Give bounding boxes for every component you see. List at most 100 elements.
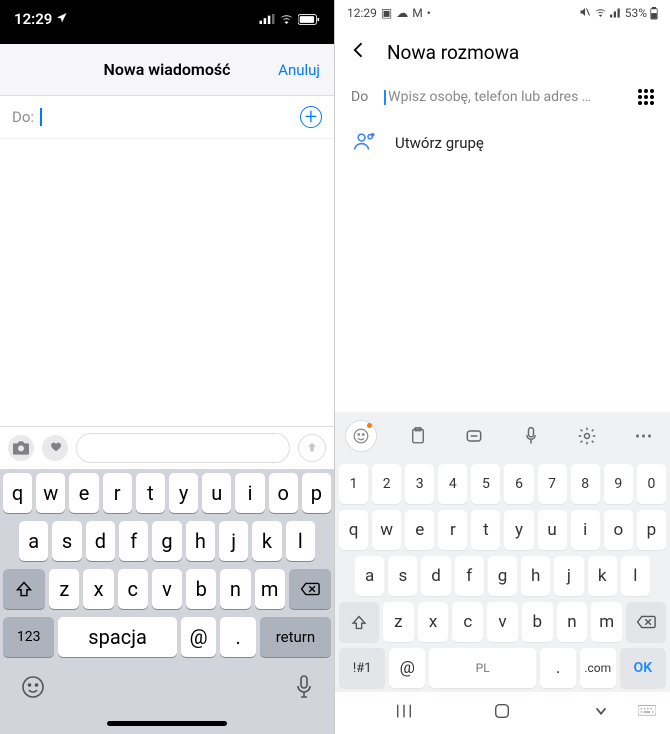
dot-key[interactable]: . [540, 648, 576, 688]
dialpad-button[interactable] [638, 89, 654, 105]
key-c[interactable]: c [118, 569, 148, 609]
key-x[interactable]: x [418, 602, 449, 642]
key-p[interactable]: p [637, 510, 666, 550]
key-h[interactable]: h [186, 521, 215, 561]
settings-icon[interactable] [571, 420, 603, 452]
key-b[interactable]: b [522, 602, 553, 642]
key-w[interactable]: w [372, 510, 401, 550]
key-j[interactable]: j [554, 556, 583, 596]
home-indicator[interactable] [107, 721, 227, 726]
numkey-5[interactable]: 5 [471, 464, 500, 504]
key-z[interactable]: z [49, 569, 79, 609]
key-r[interactable]: r [103, 473, 132, 513]
key-t[interactable]: t [136, 473, 165, 513]
back-nav-button[interactable] [592, 702, 610, 724]
at-key[interactable]: @ [389, 648, 425, 688]
key-m[interactable]: m [591, 602, 622, 642]
key-q[interactable]: q [339, 510, 368, 550]
camera-icon[interactable] [8, 435, 34, 461]
key-f[interactable]: f [455, 556, 484, 596]
key-z[interactable]: z [383, 602, 414, 642]
shift-key[interactable] [3, 569, 45, 609]
key-t[interactable]: t [471, 510, 500, 550]
numkey-1[interactable]: 1 [339, 464, 368, 504]
com-key[interactable]: .com [580, 648, 616, 688]
back-button[interactable] [349, 40, 369, 65]
key-e[interactable]: e [69, 473, 98, 513]
clipboard-icon[interactable] [402, 420, 434, 452]
ok-key[interactable]: OK [620, 648, 666, 688]
key-v[interactable]: v [487, 602, 518, 642]
key-a[interactable]: a [355, 556, 384, 596]
key-f[interactable]: f [119, 521, 148, 561]
numkey-3[interactable]: 3 [405, 464, 434, 504]
key-y[interactable]: y [169, 473, 198, 513]
at-key[interactable]: @ [181, 617, 217, 657]
key-o[interactable]: o [269, 473, 298, 513]
key-e[interactable]: e [405, 510, 434, 550]
numkey-8[interactable]: 8 [571, 464, 600, 504]
key-d[interactable]: d [421, 556, 450, 596]
create-group-row[interactable]: Utwórz grupę [335, 115, 670, 171]
key-o[interactable]: o [604, 510, 633, 550]
numkey-9[interactable]: 9 [604, 464, 633, 504]
key-g[interactable]: g [488, 556, 517, 596]
more-tool-icon[interactable]: ⋯ [628, 420, 660, 452]
to-cursor[interactable] [40, 108, 42, 126]
numkey-0[interactable]: 0 [637, 464, 666, 504]
message-input[interactable] [76, 433, 290, 463]
key-i[interactable]: i [571, 510, 600, 550]
key-l[interactable]: l [621, 556, 650, 596]
numkey-4[interactable]: 4 [438, 464, 467, 504]
backspace-key[interactable] [289, 569, 331, 609]
space-key[interactable]: PL [429, 648, 536, 688]
key-v[interactable]: v [152, 569, 182, 609]
key-q[interactable]: q [3, 473, 32, 513]
return-key[interactable]: return [260, 617, 331, 657]
key-j[interactable]: j [219, 521, 248, 561]
key-h[interactable]: h [521, 556, 550, 596]
backspace-key[interactable] [626, 602, 666, 642]
key-i[interactable]: i [235, 473, 264, 513]
shift-key[interactable] [339, 602, 379, 642]
recents-button[interactable] [395, 702, 413, 724]
recipient-input[interactable]: Wpisz osobę, telefon lub adres … [384, 89, 622, 105]
key-d[interactable]: d [86, 521, 115, 561]
keyboard-hide-icon[interactable] [638, 704, 656, 723]
key-y[interactable]: y [504, 510, 533, 550]
key-x[interactable]: x [83, 569, 113, 609]
cancel-button[interactable]: Anuluj [278, 61, 320, 79]
num-key[interactable]: 123 [3, 617, 54, 657]
voice-icon[interactable] [515, 420, 547, 452]
key-n[interactable]: n [220, 569, 250, 609]
numkey-7[interactable]: 7 [538, 464, 567, 504]
sym-key[interactable]: !#1 [339, 648, 385, 688]
send-button[interactable] [298, 434, 326, 462]
key-s[interactable]: s [388, 556, 417, 596]
key-m[interactable]: m [255, 569, 285, 609]
key-a[interactable]: a [19, 521, 48, 561]
key-s[interactable]: s [52, 521, 81, 561]
key-k[interactable]: k [252, 521, 281, 561]
numkey-6[interactable]: 6 [504, 464, 533, 504]
key-b[interactable]: b [186, 569, 216, 609]
key-u[interactable]: u [202, 473, 231, 513]
apps-icon[interactable] [42, 435, 68, 461]
emoji-tool-icon[interactable] [345, 420, 377, 452]
dot-key[interactable]: . [220, 617, 256, 657]
text-expand-icon[interactable] [458, 420, 490, 452]
key-p[interactable]: p [302, 473, 331, 513]
add-contact-button[interactable]: + [300, 106, 322, 128]
emoji-icon[interactable] [21, 675, 45, 703]
key-c[interactable]: c [452, 602, 483, 642]
key-r[interactable]: r [438, 510, 467, 550]
key-u[interactable]: u [538, 510, 567, 550]
numkey-2[interactable]: 2 [372, 464, 401, 504]
mic-icon[interactable] [295, 675, 313, 703]
key-l[interactable]: l [286, 521, 315, 561]
space-key[interactable]: spacja [58, 617, 176, 657]
key-w[interactable]: w [36, 473, 65, 513]
key-k[interactable]: k [588, 556, 617, 596]
key-n[interactable]: n [557, 602, 588, 642]
key-g[interactable]: g [152, 521, 181, 561]
